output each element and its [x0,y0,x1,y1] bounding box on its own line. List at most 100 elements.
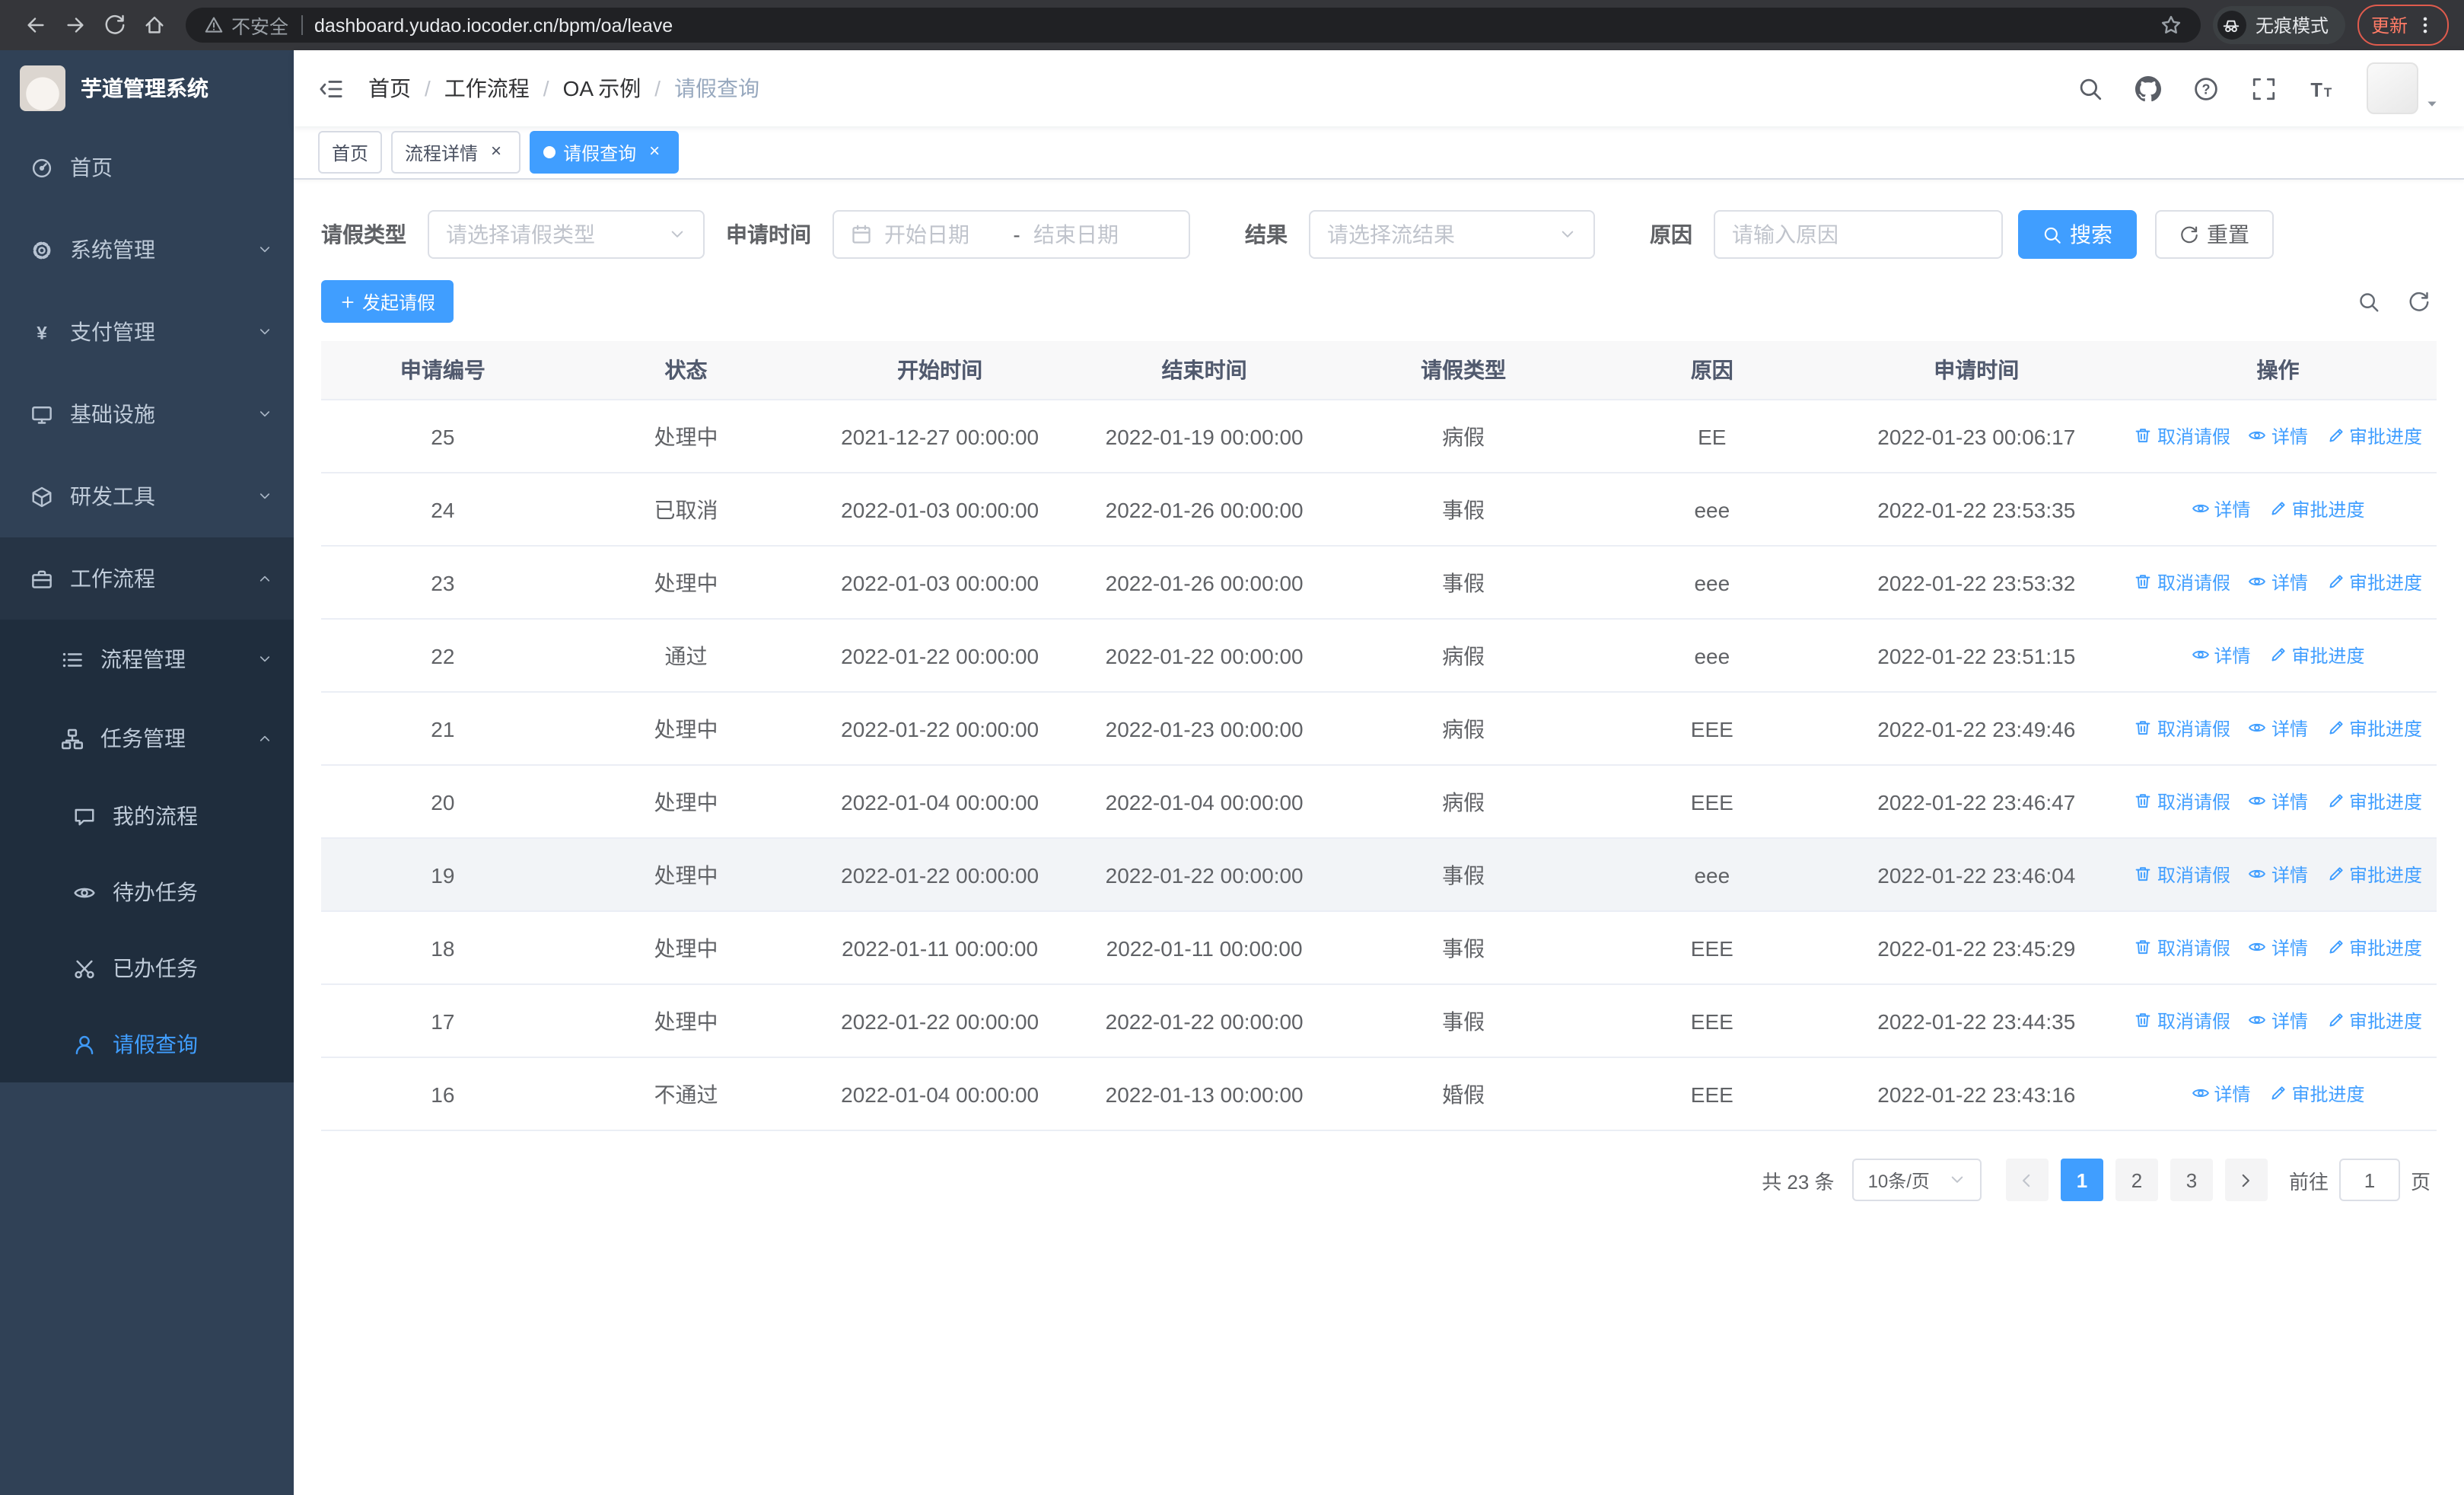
approval-progress-link[interactable]: 审批进度 [2268,496,2365,522]
cancel-leave-link[interactable]: 取消请假 [2135,569,2230,595]
start-date-placeholder[interactable]: 开始日期 [884,219,1000,250]
page-button-3[interactable]: 3 [2170,1159,2213,1201]
sidebar-item-done-tasks[interactable]: 已办任务 [0,930,294,1006]
sidebar-item-process-management[interactable]: 流程管理 [0,620,294,699]
sidebar-item-home[interactable]: 首页 [0,126,294,209]
tab-process-detail[interactable]: 流程详情 × [391,131,521,174]
chevron-up-icon [257,571,272,586]
approval-progress-link[interactable]: 审批进度 [2326,862,2422,888]
approval-progress-link[interactable]: 审批进度 [2326,423,2422,449]
detail-link[interactable]: 详情 [2249,716,2308,741]
action-label: 审批进度 [2291,1083,2365,1105]
page-size-select[interactable]: 10条/页 [1852,1159,1982,1201]
sidebar-item-payment-management[interactable]: ¥ 支付管理 [0,291,294,373]
end-date-placeholder[interactable]: 结束日期 [1033,219,1149,250]
cancel-leave-link[interactable]: 取消请假 [2135,935,2230,961]
trash-icon [2135,427,2153,445]
user-avatar-menu[interactable] [2367,62,2440,114]
sidebar-item-system-management[interactable]: 系统管理 [0,209,294,291]
cell-reason: EE [1590,400,1834,473]
font-size-icon[interactable]: TT [2309,75,2335,101]
breadcrumb-item-2[interactable]: 工作流程 [444,73,530,104]
url-text[interactable]: dashboard.yudao.iocoder.cn/bpm/oa/leave [314,14,673,36]
sidebar-item-task-management[interactable]: 任务管理 [0,699,294,778]
update-label[interactable]: 更新 [2371,12,2408,38]
detail-link[interactable]: 详情 [2249,789,2308,814]
github-icon[interactable] [2135,75,2161,101]
breadcrumb-item-3[interactable]: OA 示例 [563,73,641,104]
detail-link[interactable]: 详情 [2191,496,2250,522]
reset-button[interactable]: 重置 [2155,210,2274,259]
detail-link[interactable]: 详情 [2249,862,2308,888]
sidebar-item-todo-tasks[interactable]: 待办任务 [0,854,294,930]
sidebar-item-workflow[interactable]: 工作流程 [0,537,294,620]
cancel-leave-link[interactable]: 取消请假 [2135,789,2230,814]
sidebar-item-dev-tools[interactable]: 研发工具 [0,455,294,537]
cell-status: 通过 [564,619,808,693]
cell-actions: 详情 审批进度 [2119,473,2437,547]
next-page-button[interactable] [2224,1159,2268,1201]
browser-menu-button[interactable]: 更新 [2357,5,2449,46]
cancel-leave-link[interactable]: 取消请假 [2135,716,2230,741]
fullscreen-icon[interactable] [2251,75,2277,101]
table-refresh-icon[interactable] [2408,290,2431,313]
tab-home[interactable]: 首页 [318,131,383,174]
eye-icon [2191,500,2209,518]
tab-close-icon[interactable]: × [485,141,507,163]
search-button[interactable]: 搜索 [2018,210,2137,259]
address-bar[interactable]: 不安全 dashboard.yudao.iocoder.cn/bpm/oa/le… [186,8,2201,43]
apply-time-range-picker[interactable]: 开始日期 - 结束日期 [832,210,1190,259]
page-button-1[interactable]: 1 [2060,1159,2103,1201]
approval-progress-link[interactable]: 审批进度 [2268,1081,2365,1107]
prev-page-button[interactable] [2005,1159,2049,1201]
breadcrumb-item-1[interactable]: 首页 [368,73,411,104]
page-button-2[interactable]: 2 [2115,1159,2158,1201]
detail-link[interactable]: 详情 [2249,569,2308,595]
kebab-menu-icon[interactable] [2415,15,2435,35]
cell-reason: EEE [1590,692,1834,766]
back-button[interactable] [15,5,55,45]
reason-input[interactable] [1714,210,2003,259]
cancel-leave-link[interactable]: 取消请假 [2135,423,2230,449]
app-logo[interactable]: 芋道管理系统 [0,50,294,126]
svg-text:T: T [2310,79,2322,100]
detail-link[interactable]: 详情 [2191,642,2250,668]
goto-page-input[interactable] [2338,1159,2400,1201]
result-select[interactable]: 请选择流结果 [1309,210,1595,259]
goto-label: 前往 [2288,1170,2329,1193]
detail-link[interactable]: 详情 [2249,423,2308,449]
cell-reason: EEE [1590,1057,1834,1131]
reload-button[interactable] [94,5,134,45]
action-label: 取消请假 [2157,1010,2230,1032]
create-leave-button[interactable]: 发起请假 [321,280,454,323]
sidebar-item-my-process[interactable]: 我的流程 [0,778,294,854]
toggle-search-icon[interactable] [2357,290,2380,313]
chevron-down-icon [668,225,686,244]
approval-progress-link[interactable]: 审批进度 [2326,935,2422,961]
cancel-leave-link[interactable]: 取消请假 [2135,862,2230,888]
security-label[interactable]: 不安全 [231,11,288,40]
header-search-icon[interactable] [2077,75,2103,101]
approval-progress-link[interactable]: 审批进度 [2326,789,2422,814]
help-icon[interactable]: ? [2193,75,2219,101]
approval-progress-link[interactable]: 审批进度 [2326,1008,2422,1034]
tab-close-icon[interactable]: × [644,141,665,163]
sidebar-item-leave-query[interactable]: 请假查询 [0,1006,294,1082]
detail-link[interactable]: 详情 [2191,1081,2250,1107]
cancel-leave-link[interactable]: 取消请假 [2135,1008,2230,1034]
sidebar-collapse-button[interactable] [318,75,344,101]
approval-progress-link[interactable]: 审批进度 [2268,642,2365,668]
detail-link[interactable]: 详情 [2249,1008,2308,1034]
calendar-icon [851,224,872,245]
home-button[interactable] [134,5,173,45]
leave-type-select[interactable]: 请选择请假类型 [428,210,705,259]
approval-progress-link[interactable]: 审批进度 [2326,716,2422,741]
tab-leave-query[interactable]: 请假查询 × [530,131,680,174]
detail-link[interactable]: 详情 [2249,935,2308,961]
action-label: 详情 [2214,499,2251,521]
approval-progress-link[interactable]: 审批进度 [2326,569,2422,595]
sidebar-item-infrastructure[interactable]: 基础设施 [0,373,294,455]
forward-button[interactable] [55,5,94,45]
cell-id: 24 [321,473,565,547]
bookmark-star-icon[interactable] [2160,14,2182,37]
